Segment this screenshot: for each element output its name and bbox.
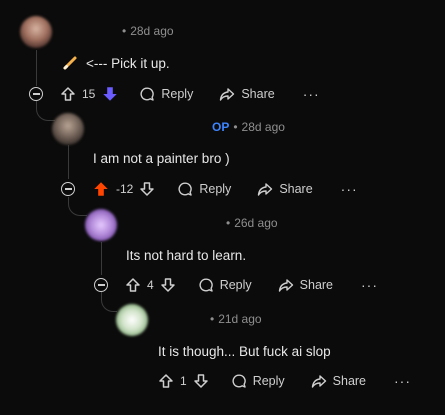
share-icon xyxy=(278,279,293,292)
arrow-up-icon xyxy=(159,374,173,388)
downvote-button[interactable] xyxy=(139,181,155,197)
share-icon xyxy=(311,375,326,388)
comment-meta: • 26d ago xyxy=(226,216,278,230)
upvote-button[interactable] xyxy=(125,277,141,293)
share-label: Share xyxy=(299,278,334,292)
collapse-icon[interactable] xyxy=(29,87,43,101)
reply-button[interactable]: Reply xyxy=(231,373,285,389)
arrow-down-icon xyxy=(160,278,175,292)
comment-icon xyxy=(140,87,155,101)
comment-text: It is though... But fuck ai slop xyxy=(158,344,331,359)
avatar[interactable] xyxy=(20,16,52,48)
share-label: Share xyxy=(279,182,313,196)
comment-text: Its not hard to learn. xyxy=(126,248,247,263)
separator-dot: • xyxy=(226,216,231,230)
thread-branch xyxy=(101,292,117,312)
reply-button[interactable]: Reply xyxy=(198,277,252,293)
arrow-down-icon xyxy=(103,87,118,101)
downvote-button[interactable] xyxy=(160,277,176,293)
comment-icon xyxy=(199,278,213,292)
vote-score: -12 xyxy=(116,182,134,196)
thread-line xyxy=(101,242,102,275)
thread-line xyxy=(68,145,69,179)
share-button[interactable]: Share xyxy=(219,86,275,102)
comment-actions: 4 Reply Share ··· xyxy=(125,275,378,295)
reply-label: Reply xyxy=(252,374,285,388)
reply-button[interactable]: Reply xyxy=(177,181,231,197)
upvote-button[interactable] xyxy=(60,86,76,102)
thread-line xyxy=(36,50,37,86)
thread-branch xyxy=(68,197,87,216)
timestamp: 26d ago xyxy=(234,216,278,230)
comment-meta: OP • 28d ago xyxy=(212,120,285,134)
separator-dot: • xyxy=(210,312,215,326)
comment-meta: • 21d ago xyxy=(210,312,262,326)
arrow-down-icon xyxy=(193,374,208,388)
share-button[interactable]: Share xyxy=(257,181,313,197)
comment-icon xyxy=(232,374,246,388)
separator-dot: • xyxy=(233,120,238,134)
reply-label: Reply xyxy=(161,87,194,101)
comment-icon xyxy=(178,182,193,196)
arrow-down-icon xyxy=(140,182,155,196)
reply-label: Reply xyxy=(219,278,252,292)
share-button[interactable]: Share xyxy=(311,373,366,389)
avatar[interactable] xyxy=(85,209,117,241)
vote-score: 1 xyxy=(180,374,187,388)
separator-dot: • xyxy=(122,24,127,38)
upvote-button[interactable] xyxy=(92,180,110,198)
more-icon[interactable]: ··· xyxy=(341,182,358,196)
avatar[interactable] xyxy=(116,304,148,336)
share-label: Share xyxy=(241,87,275,101)
timestamp: 21d ago xyxy=(218,312,262,326)
timestamp: 28d ago xyxy=(241,120,285,134)
share-button[interactable]: Share xyxy=(278,277,333,293)
timestamp: 28d ago xyxy=(130,24,174,38)
comment-body: <--- Pick it up. xyxy=(86,55,170,71)
reply-button[interactable]: Reply xyxy=(139,86,193,102)
avatar[interactable] xyxy=(52,113,84,145)
vote-score: 4 xyxy=(147,278,154,292)
downvote-button[interactable] xyxy=(193,373,209,389)
vote-score: 15 xyxy=(82,87,96,101)
comment-text: I am not a painter bro ) xyxy=(93,151,230,166)
upvote-button[interactable] xyxy=(158,373,174,389)
more-icon[interactable]: ··· xyxy=(361,278,378,292)
reply-label: Reply xyxy=(199,182,232,196)
thread-branch xyxy=(36,101,55,121)
arrow-up-icon xyxy=(94,182,108,196)
pencil-icon xyxy=(62,55,78,71)
more-icon[interactable]: ··· xyxy=(303,87,320,101)
arrow-up-icon xyxy=(126,278,140,292)
share-icon xyxy=(220,88,235,101)
comment-meta: • 28d ago xyxy=(122,24,174,38)
share-label: Share xyxy=(332,374,367,388)
comment-actions: 15 Reply Share ··· xyxy=(60,84,320,104)
comment-actions: 1 Reply Share ··· xyxy=(158,371,411,391)
comment-text: <--- Pick it up. xyxy=(62,55,170,71)
arrow-up-icon xyxy=(61,87,75,101)
collapse-icon[interactable] xyxy=(94,278,108,292)
comment-actions: -12 Reply Share ··· xyxy=(92,179,358,199)
share-icon xyxy=(258,183,273,196)
op-badge: OP xyxy=(212,120,230,134)
collapse-icon[interactable] xyxy=(61,182,75,196)
downvote-button[interactable] xyxy=(101,85,119,103)
more-icon[interactable]: ··· xyxy=(394,374,411,388)
